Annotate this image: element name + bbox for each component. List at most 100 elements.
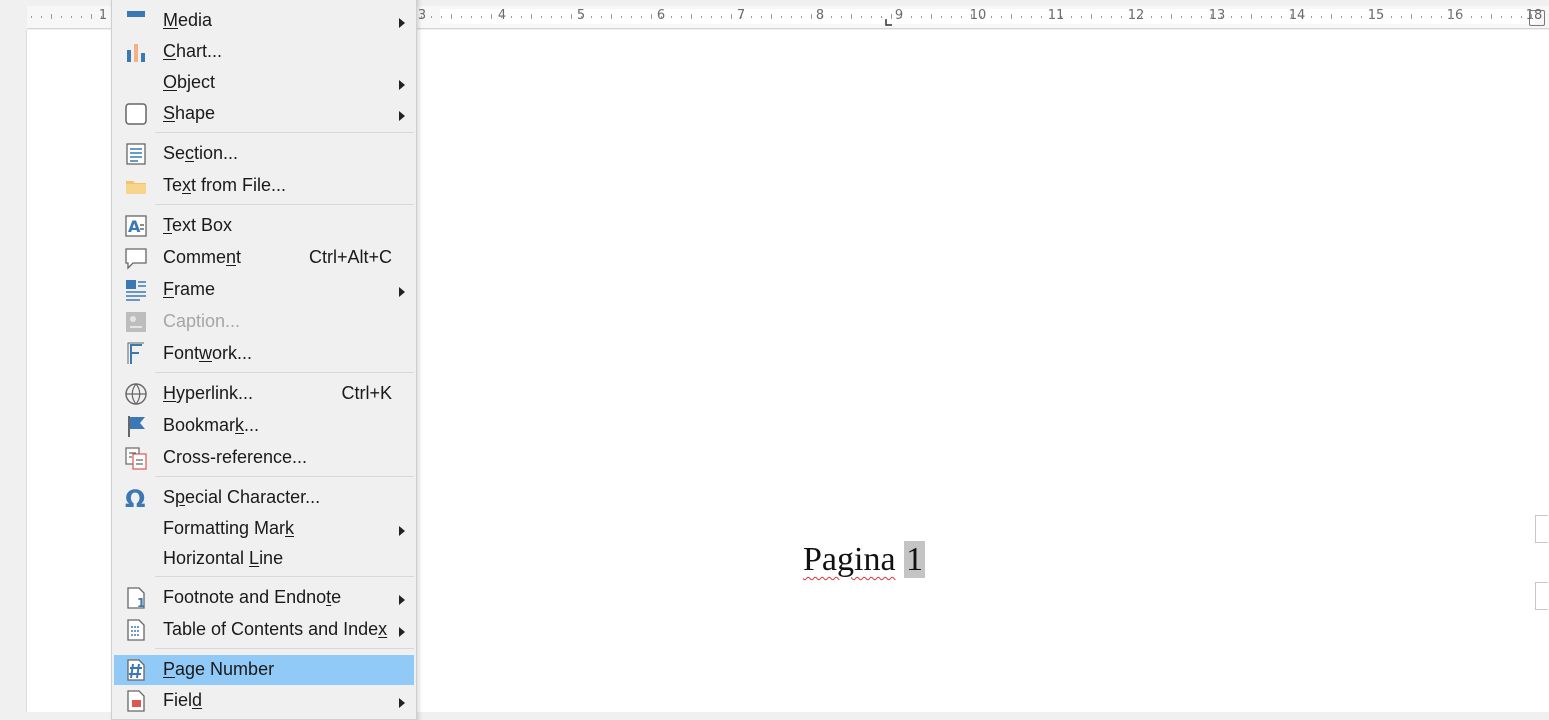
menu-item[interactable]: 1 Footnote and Endnote	[114, 583, 414, 613]
menu-item[interactable]: Cross-reference...	[114, 443, 414, 473]
ruler-tick	[1051, 14, 1052, 19]
ruler-tick	[1421, 16, 1422, 18]
menu-item-label: Fontwork...	[163, 343, 253, 363]
menu-separator	[155, 204, 414, 205]
fontwork-icon	[124, 342, 148, 366]
menu-item-label: Section...	[163, 143, 239, 163]
ruler-tick	[1231, 16, 1232, 18]
ruler-tick	[481, 16, 482, 18]
menu-item[interactable]: Comment Ctrl+Alt+C	[114, 243, 414, 273]
ruler-tick	[1261, 16, 1262, 18]
ruler-tick	[1411, 14, 1412, 19]
ruler-tick	[661, 16, 662, 18]
ruler-tick	[1331, 14, 1332, 19]
menu-item[interactable]: Object	[114, 68, 414, 98]
ruler-tick	[981, 16, 982, 18]
ruler-tick	[1341, 16, 1342, 18]
ruler-tick	[1291, 14, 1292, 19]
ruler-tick	[461, 16, 462, 18]
menu-item[interactable]: Horizontal Line	[114, 544, 414, 574]
menu-item[interactable]: Frame	[114, 275, 414, 305]
ruler-tick	[531, 14, 532, 19]
ruler-tick	[1381, 16, 1382, 18]
submenu-arrow-icon	[399, 698, 405, 708]
menu-item-shortcut: Ctrl+K	[341, 383, 392, 403]
ruler-number: 3	[417, 8, 427, 23]
ruler-tick	[1151, 16, 1152, 18]
ruler-tick	[1101, 16, 1102, 18]
ruler-tick	[1471, 16, 1472, 18]
ruler-tick	[1271, 16, 1272, 18]
page-number-paragraph[interactable]: Pagina 1	[803, 541, 926, 578]
ruler-tick	[581, 16, 582, 18]
menu-item[interactable]: Media	[114, 6, 414, 36]
ruler-tick	[1131, 14, 1132, 19]
ruler-tick	[1401, 16, 1402, 18]
menu-item-label: Text Box	[163, 215, 233, 235]
ruler-tick	[741, 16, 742, 18]
ruler-tick	[971, 14, 972, 19]
menu-item[interactable]: Section...	[114, 139, 414, 169]
menu-item[interactable]: Shape	[114, 99, 414, 129]
ruler-tick	[641, 16, 642, 18]
ruler-tick	[941, 16, 942, 18]
ruler-tick	[721, 16, 722, 18]
ruler-tick	[1121, 16, 1122, 18]
ruler-tick	[931, 14, 932, 19]
page-number-field[interactable]: 1	[904, 541, 926, 578]
ruler-tick	[1521, 16, 1522, 18]
ruler-tick	[701, 16, 702, 18]
ruler-tick	[1181, 16, 1182, 18]
ruler-tick	[821, 16, 822, 18]
ruler-tick	[591, 16, 592, 18]
menu-item-label: Text from File...	[163, 175, 287, 195]
submenu-arrow-icon	[399, 627, 405, 637]
ruler-tick	[1221, 16, 1222, 18]
ruler-tick	[1201, 16, 1202, 18]
ruler-tick	[1091, 14, 1092, 19]
menu-item[interactable]: Ω Special Character...	[114, 483, 414, 513]
menu-item[interactable]: Chart...	[114, 37, 414, 67]
submenu-arrow-icon	[399, 526, 405, 536]
ruler-tick	[61, 16, 62, 18]
tab-stop-icon[interactable]	[885, 18, 893, 26]
ruler-tick	[901, 16, 902, 18]
ruler-tick	[511, 16, 512, 18]
svg-text:1: 1	[137, 596, 145, 610]
ruler-tick	[1161, 16, 1162, 18]
ruler-tick	[911, 16, 912, 18]
ruler-tick	[611, 14, 612, 19]
menu-item[interactable]: Hyperlink... Ctrl+K	[114, 379, 414, 409]
ruler-tick	[1481, 16, 1482, 18]
menu-item[interactable]: Fontwork...	[114, 339, 414, 369]
cross-reference-icon	[124, 446, 148, 470]
footnote-icon: 1	[124, 586, 148, 610]
menu-item[interactable]: Formatting Mark	[114, 514, 414, 544]
menu-item[interactable]: A Text Box	[114, 211, 414, 241]
menu-item-label: Hyperlink...	[163, 383, 254, 403]
menu-item[interactable]: Table of Contents and Index	[114, 615, 414, 645]
menu-item-label: Media	[163, 10, 213, 30]
misspelled-word[interactable]: Pagina	[803, 541, 896, 578]
svg-text:Ω: Ω	[125, 486, 145, 510]
menu-item-label: Chart...	[163, 41, 223, 61]
ruler-tick	[1431, 16, 1432, 18]
ruler-tick	[101, 16, 102, 18]
ruler-tick	[861, 16, 862, 18]
folder-icon	[124, 174, 148, 198]
ruler-tick	[81, 16, 82, 18]
menu-separator	[155, 576, 414, 577]
omega-icon: Ω	[124, 485, 148, 513]
toc-icon	[124, 618, 148, 642]
menu-item[interactable]: Text from File...	[114, 171, 414, 201]
ruler-tick	[841, 16, 842, 18]
ruler-tick	[1301, 16, 1302, 18]
ruler-tick	[711, 16, 712, 18]
menu-item[interactable]: Page Number	[114, 655, 414, 685]
menu-item[interactable]: Bookmark...	[114, 411, 414, 441]
ruler-tick	[1311, 16, 1312, 18]
ruler-tick	[491, 14, 492, 19]
ruler-tick	[1171, 14, 1172, 19]
ruler-tick	[441, 16, 442, 18]
submenu-arrow-icon	[399, 287, 405, 297]
